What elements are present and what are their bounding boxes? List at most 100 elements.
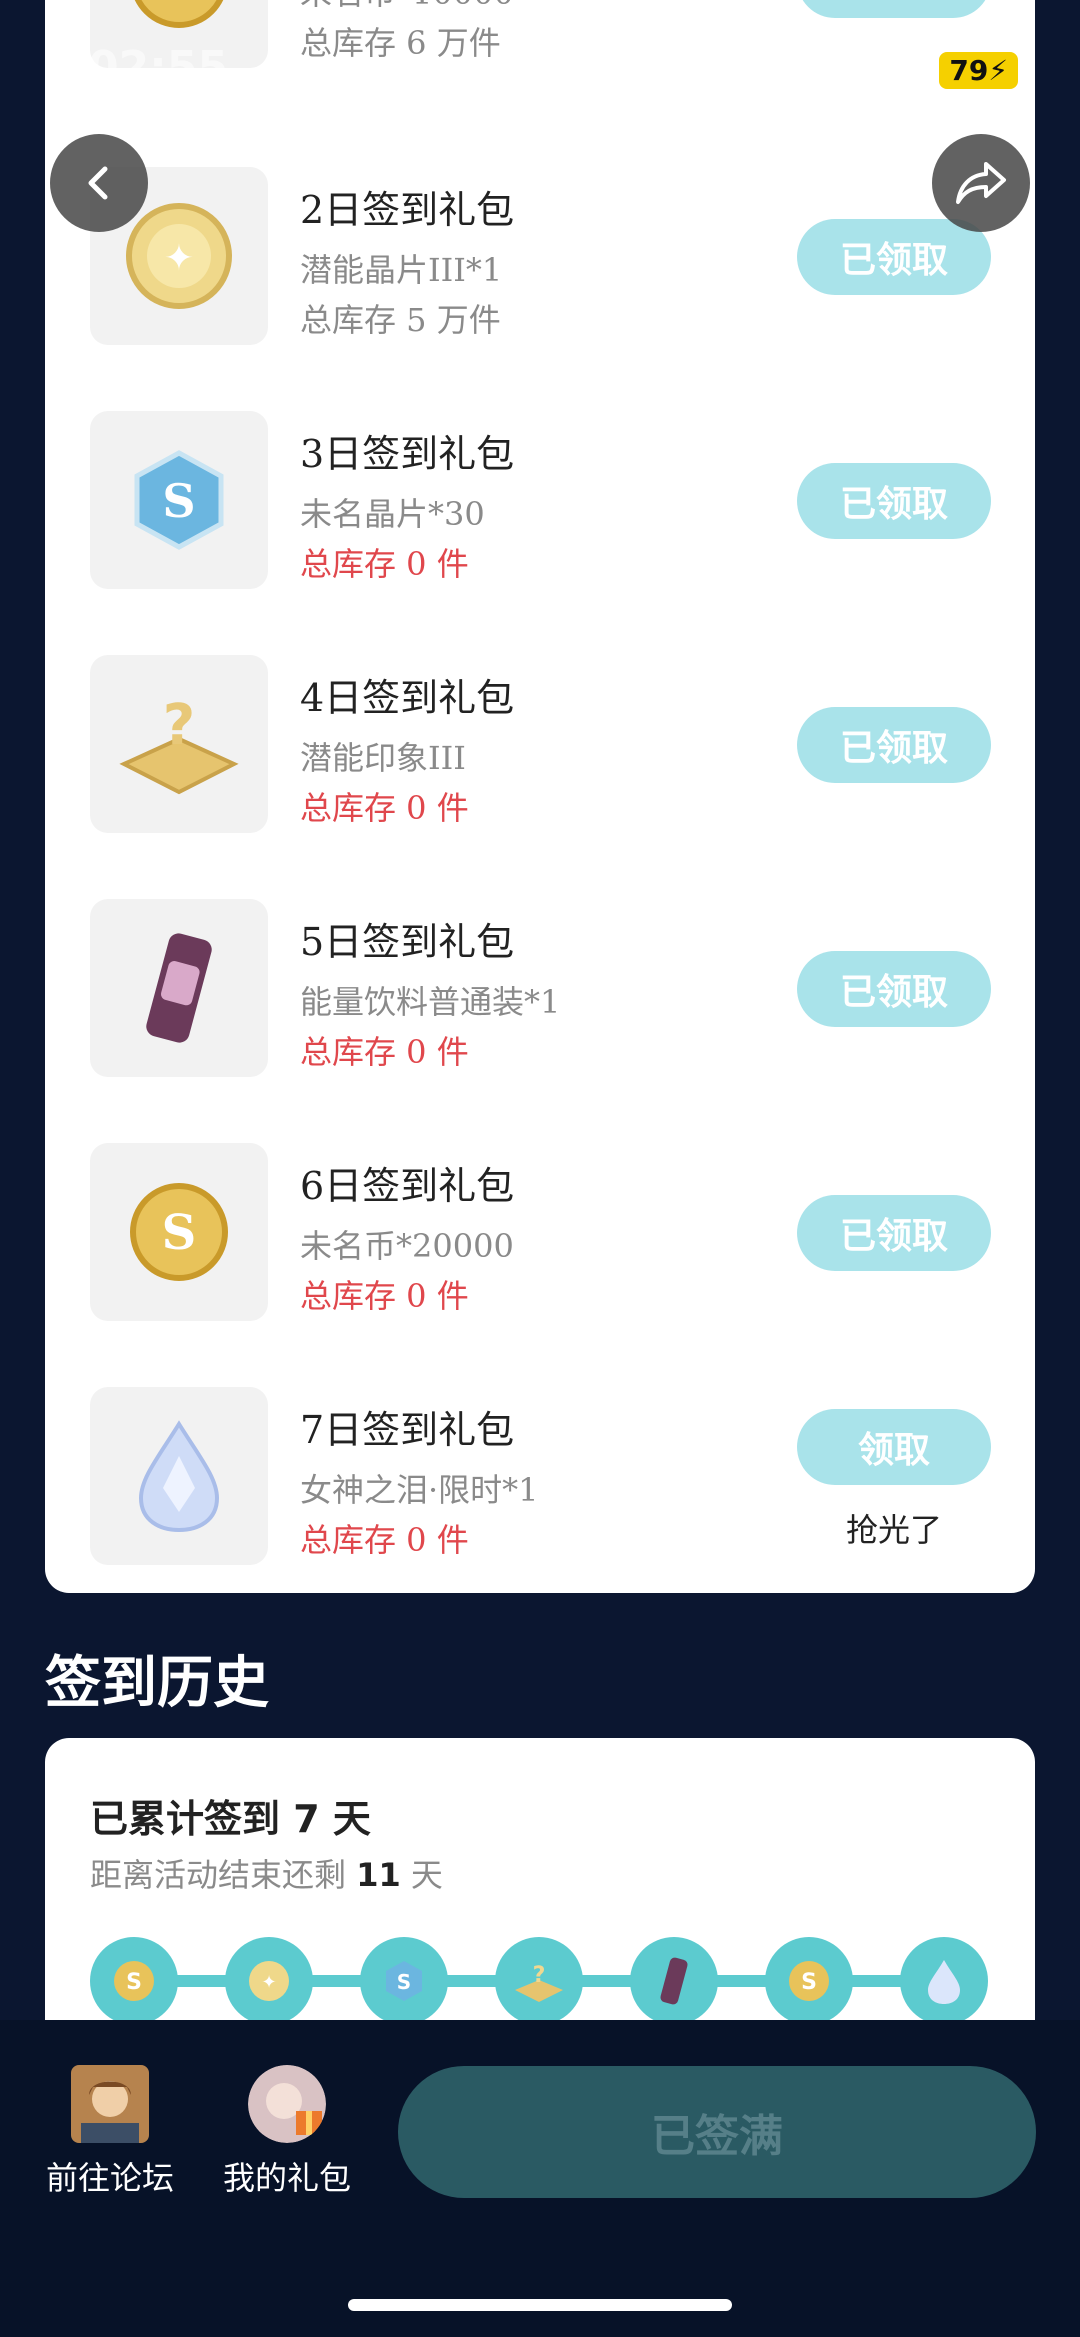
tear-icon [138, 1420, 220, 1533]
timeline-day-5 [630, 1937, 718, 2025]
timeline-day-2: ✦ [225, 1937, 313, 2025]
gift-row-3: S 3日签到礼包 未名晶片*30 总库存 0 件 已领取 [45, 411, 1035, 611]
svg-text:S: S [162, 0, 197, 8]
bottom-bar: 前往论坛 我的礼包 已签满 [0, 2020, 1080, 2337]
history-total-value: 7 [293, 1797, 320, 1841]
gift-stock: 总库存 0 件 [300, 1277, 469, 1315]
crystal-icon: S [386, 1961, 422, 2001]
status-time: 02:55 [88, 42, 229, 93]
gift-title: 2日签到礼包 [300, 188, 515, 232]
timeline-day-6: S [765, 1937, 853, 2025]
history-remaining-value: 11 [356, 1856, 401, 1894]
coin-icon: S [130, 1183, 228, 1281]
history-total-suffix: 天 [319, 1797, 371, 1841]
charging-icon: ⚡ [988, 54, 1008, 87]
history-remaining-days: 距离活动结束还剩 11 天 [90, 1850, 443, 1896]
forum-link[interactable]: 前往论坛 [35, 2065, 185, 2199]
gift-title: 3日签到礼包 [300, 432, 515, 476]
energy-drink-icon [146, 933, 212, 1043]
gift-thumb: S [90, 411, 268, 589]
energy-drink-icon [660, 1957, 688, 2005]
svg-text:✦: ✦ [164, 238, 194, 279]
back-button[interactable] [50, 134, 148, 232]
my-gifts-label: 我的礼包 [222, 2159, 351, 2197]
coin-icon: S [134, 0, 224, 28]
crystal-icon: S [134, 450, 224, 550]
gift-content: 潜能印象III [300, 739, 466, 777]
gift-content: 未名币*20000 [300, 1227, 514, 1265]
svg-text:✦: ✦ [261, 1972, 276, 1993]
gift-stock: 总库存 0 件 [300, 545, 469, 583]
svg-text:S: S [126, 1970, 142, 1995]
svg-text:S: S [162, 1205, 197, 1261]
gifts-avatar [248, 2065, 326, 2143]
timeline-day-3: S [360, 1937, 448, 2025]
gift-content: 能量饮料普通装*1 [300, 983, 561, 1021]
tear-icon [928, 1960, 960, 2004]
claim-button[interactable]: 领取 [797, 1409, 991, 1485]
gift-row-7: 7日签到礼包 女神之泪·限时*1 总库存 0 件 领取 抢光了 [45, 1387, 1035, 1587]
home-indicator[interactable] [348, 2299, 732, 2311]
claimed-button[interactable]: 已领取 [797, 0, 991, 18]
chevron-left-icon [88, 166, 108, 200]
claimed-button[interactable]: 已领取 [797, 707, 991, 783]
history-total-prefix: 已累计签到 [90, 1797, 294, 1841]
svg-text:?: ? [163, 693, 195, 758]
battery-indicator: 79⚡ [939, 52, 1018, 89]
history-section-title: 签到历史 [45, 1651, 269, 1716]
timeline-day-7 [900, 1937, 988, 2025]
history-remaining-suffix: 天 [400, 1856, 443, 1894]
gold-chip-icon: ✦ [126, 203, 232, 309]
share-button[interactable] [932, 134, 1030, 232]
gift-content: 女神之泪·限时*1 [300, 1471, 539, 1509]
forum-avatar-icon [71, 2065, 149, 2143]
gift-content: 未名晶片*30 [300, 495, 485, 533]
svg-text:?: ? [533, 1963, 546, 1988]
my-gifts-link[interactable]: 我的礼包 [212, 2065, 362, 2199]
forum-avatar [71, 2065, 149, 2143]
svg-text:S: S [162, 474, 195, 528]
history-total-days: 已累计签到 7 天 [90, 1788, 371, 1843]
signed-full-button[interactable]: 已签满 [398, 2066, 1036, 2198]
gift-title: 7日签到礼包 [300, 1408, 515, 1452]
history-remaining-prefix: 距离活动结束还剩 [90, 1856, 357, 1894]
gift-content: 未名币*10000 [300, 0, 514, 14]
gold-chip-icon: ✦ [249, 1961, 289, 2001]
claimed-button[interactable]: 已领取 [797, 463, 991, 539]
sold-out-text: 抢光了 [845, 1511, 942, 1549]
claimed-button[interactable]: 已领取 [797, 219, 991, 295]
forum-label: 前往论坛 [45, 2159, 174, 2197]
coin-icon: S [114, 1961, 154, 2001]
gift-stock: 总库存 6 万件 [300, 24, 501, 62]
gift-title: 5日签到礼包 [300, 920, 515, 964]
gift-thumb [90, 899, 268, 1077]
gift-avatar-icon [248, 2065, 326, 2143]
svg-text:S: S [801, 1970, 817, 1995]
battery-level: 79 [949, 54, 989, 87]
gift-thumb: S [90, 1143, 268, 1321]
gift-stock: 总库存 0 件 [300, 789, 469, 827]
gift-thumb [90, 1387, 268, 1565]
gift-stock: 总库存 0 件 [300, 1521, 469, 1559]
gift-title: 4日签到礼包 [300, 676, 515, 720]
mystery-platform-icon: ? [515, 1963, 563, 2002]
timeline-day-1: S [90, 1937, 178, 2025]
mystery-platform-icon: ? [119, 693, 239, 795]
gift-stock: 总库存 0 件 [300, 1033, 469, 1071]
gift-title: 6日签到礼包 [300, 1164, 515, 1208]
timeline-day-4: ? [495, 1937, 583, 2025]
gift-row-4: ? 4日签到礼包 潜能印象III 总库存 0 件 已领取 [45, 655, 1035, 855]
gift-row-2: ✦ 2日签到礼包 潜能晶片III*1 总库存 5 万件 已领取 [45, 167, 1035, 367]
gift-thumb: ? [90, 655, 268, 833]
claimed-button[interactable]: 已领取 [797, 1195, 991, 1271]
claimed-button[interactable]: 已领取 [797, 951, 991, 1027]
gift-content: 潜能晶片III*1 [300, 251, 503, 289]
gift-row-6: S 6日签到礼包 未名币*20000 总库存 0 件 已领取 [45, 1143, 1035, 1343]
share-icon [956, 162, 1006, 204]
coin-icon: S [789, 1961, 829, 2001]
gift-list-card: S 未名币*10000 总库存 6 万件 已领取 ✦ 2日签到礼包 潜能晶片II… [45, 0, 1035, 1593]
gift-row-5: 5日签到礼包 能量饮料普通装*1 总库存 0 件 已领取 [45, 899, 1035, 1099]
gift-stock: 总库存 5 万件 [300, 301, 501, 339]
history-card: 已累计签到 7 天 距离活动结束还剩 11 天 S ✦ S ? S [45, 1738, 1035, 2068]
svg-text:S: S [397, 1970, 411, 1994]
